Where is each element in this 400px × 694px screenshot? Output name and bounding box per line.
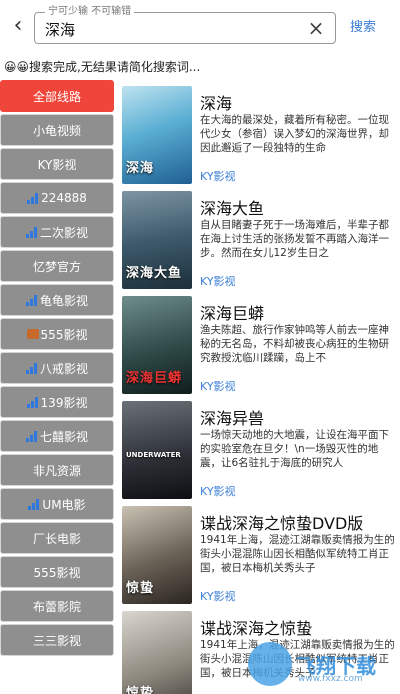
close-icon[interactable]: × [305, 17, 327, 39]
sidebar-item[interactable]: 二次影视 [0, 216, 114, 248]
sidebar-item-label: 七囍影视 [39, 429, 88, 444]
sidebar-item-label: KY影视 [37, 157, 77, 172]
signal-icon [27, 192, 39, 204]
poster-image[interactable]: 深海巨蟒 [122, 296, 192, 394]
poster-text: 惊蛰 [126, 686, 155, 694]
result-card[interactable]: 深海巨蟒 深海巨蟒 渔夫陈超、旅行作家钟鸣等人前去一座神秘的无名岛，不料却被丧心病狂… [118, 292, 400, 397]
sidebar-item-label: 非凡资源 [32, 463, 81, 478]
sidebar-item[interactable]: 龟龟影视 [0, 284, 114, 316]
watermark-logo-icon [248, 642, 292, 686]
sidebar-item[interactable]: 555影视 [0, 318, 114, 350]
back-arrow-icon[interactable]: ‹ [6, 10, 30, 40]
result-title[interactable]: 深海 [200, 90, 232, 114]
signal-icon [28, 498, 40, 510]
sidebar-item[interactable]: 555影视 [0, 556, 114, 588]
result-source: KY影视 [200, 170, 236, 183]
result-description: 在大海的最深处，藏着所有秘密。一位现代少女（参宿）误入梦幻的深海世界，却因此邂逅… [200, 114, 389, 154]
sidebar-item-label: 忆梦官方 [32, 259, 81, 274]
result-list: 深海 深海 在大海的最深处，藏着所有秘密。一位现代少女（参宿）误入梦幻的深海世界，却… [118, 82, 400, 694]
signal-icon [25, 362, 38, 374]
search-legend: 宁可少输 不可输错 [45, 5, 135, 19]
signal-icon [25, 430, 38, 442]
source-sidebar: 全部线路 小龟视频 KY影视 224888 二次影视 忆梦官方 龟龟影视 555影视 八戒影视 1… [0, 80, 116, 694]
result-title[interactable]: 深海异兽 [200, 405, 264, 429]
poster-image[interactable]: 深海大鱼 [122, 191, 192, 289]
sidebar-item-label: 布蕾影院 [32, 599, 81, 614]
sidebar-item-label: 三三影视 [32, 633, 81, 648]
sidebar-item[interactable]: 布蕾影院 [0, 590, 114, 622]
poster-text: UNDERWATER [126, 451, 181, 459]
sidebar-item-label: 全部线路 [32, 89, 81, 104]
search-value[interactable]: 深海 [45, 19, 75, 40]
sidebar-item-label: 139影视 [40, 395, 88, 410]
result-card[interactable]: 深海大鱼 深海大鱼 自从目睹妻子死于一场海难后，半辈子都在海上讨生活的张扬发誓不再踏… [118, 187, 400, 292]
sidebar-item[interactable]: 忆梦官方 [0, 250, 114, 282]
sidebar-item[interactable]: 厂长电影 [0, 522, 114, 554]
sidebar-item-label: 小龟视频 [32, 123, 81, 138]
result-title[interactable]: 谍战深海之惊蛰 [200, 615, 312, 639]
poster-image[interactable]: 惊蛰 [122, 611, 192, 694]
result-source: KY影视 [200, 275, 236, 288]
header: ‹ 宁可少输 不可输错 深海 × 搜索 [0, 0, 400, 50]
sidebar-item[interactable]: 224888 [0, 182, 114, 214]
watermark-url: www.fxxz.com [298, 674, 363, 684]
sidebar-item[interactable]: 八戒影视 [0, 352, 114, 384]
signal-icon [25, 226, 38, 238]
result-card[interactable]: 惊蛰 谍战深海之惊蛰DVD版 1941年上海，混迹江湖靠贩卖情报为生的街头小混混陈山… [118, 502, 400, 607]
poster-text: 深海巨蟒 [126, 371, 183, 386]
result-source: KY影视 [200, 590, 236, 603]
result-source: KY影视 [200, 485, 236, 498]
poster-image[interactable]: UNDERWATER [122, 401, 192, 499]
sidebar-item[interactable]: 小龟视频 [0, 114, 114, 146]
result-description: 渔夫陈超、旅行作家钟鸣等人前去一座神秘的无名岛，不料却被丧心病狂的生物研究教授沈… [200, 324, 389, 364]
result-description: 自从目睹妻子死于一场海难后，半辈子都在海上讨生活的张扬发誓不再踏入海洋一步。然而… [200, 219, 389, 259]
signal-icon [25, 294, 38, 306]
poster-text: 深海大鱼 [126, 266, 183, 281]
result-title[interactable]: 谍战深海之惊蛰DVD版 [200, 510, 363, 534]
result-source: KY影视 [200, 380, 236, 393]
search-button[interactable]: 搜索 [350, 16, 376, 35]
sidebar-item[interactable]: KY影视 [0, 148, 114, 180]
poster-image[interactable]: 深海 [122, 86, 192, 184]
poster-text: 深海 [126, 161, 155, 176]
box-icon [26, 329, 39, 339]
poster-image[interactable]: 惊蛰 [122, 506, 192, 604]
sidebar-item[interactable]: UM电影 [0, 488, 114, 520]
result-title[interactable]: 深海巨蟒 [200, 300, 264, 324]
sidebar-item-label: UM电影 [42, 497, 86, 512]
sidebar-item-label: 八戒影视 [39, 361, 88, 376]
sidebar-item[interactable]: 全部线路 [0, 80, 114, 112]
sidebar-item[interactable]: 三三影视 [0, 624, 114, 656]
result-description: 一场惊天动地的大地震，让设在海平面下的实验室危在旦夕！\n一场毁灭性的地震，让6… [200, 429, 389, 469]
sidebar-item[interactable]: 139影视 [0, 386, 114, 418]
sidebar-item[interactable]: 七囍影视 [0, 420, 114, 452]
sidebar-item[interactable]: 非凡资源 [0, 454, 114, 486]
sidebar-item-label: 224888 [41, 191, 87, 205]
sidebar-item-label: 555影视 [40, 327, 88, 342]
status-text: 😀😀搜索完成,无结果请简化搜索词... [4, 60, 201, 74]
result-description: 1941年上海，混迹江湖靠贩卖情报为生的街头小混混陈山因长相酷似军统特工肖正国，… [200, 534, 395, 574]
result-card[interactable]: 深海 深海 在大海的最深处，藏着所有秘密。一位现代少女（参宿）误入梦幻的深海世界，却… [118, 82, 400, 187]
sidebar-item-label: 龟龟影视 [39, 293, 88, 308]
watermark: 飞翔下载 www.fxxz.com [248, 640, 398, 690]
sidebar-item-label: 厂长电影 [32, 531, 81, 546]
signal-icon [26, 396, 39, 408]
sidebar-item-label: 555影视 [33, 565, 81, 580]
sidebar-item-label: 二次影视 [39, 225, 88, 240]
result-card[interactable]: UNDERWATER 深海异兽 一场惊天动地的大地震，让设在海平面下的实验室危在旦夕… [118, 397, 400, 502]
search-input[interactable]: 宁可少输 不可输错 深海 × [34, 5, 336, 44]
poster-text: 惊蛰 [126, 581, 155, 596]
result-title[interactable]: 深海大鱼 [200, 195, 264, 219]
